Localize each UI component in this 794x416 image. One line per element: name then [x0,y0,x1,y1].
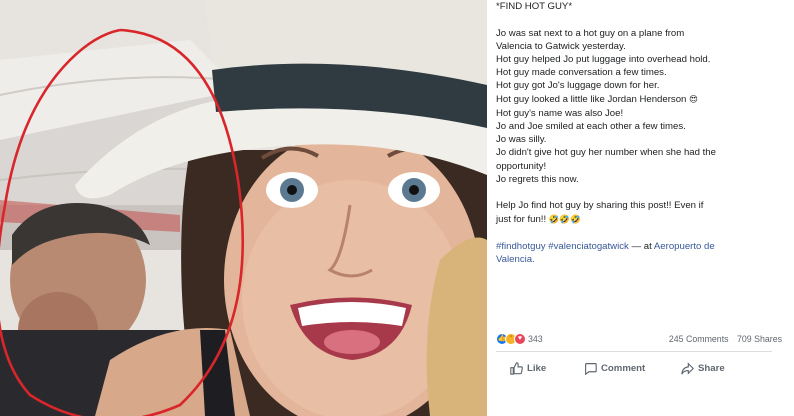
hashtag-findhotguy[interactable]: #findhotguy [496,241,546,252]
post-line: Hot guy's name was also Joe! [496,107,624,119]
post-line: Hot guy got Jo's luggage down for her. [496,80,660,92]
comments-count[interactable]: 245 Comments [669,334,729,344]
hashtag-valenciatogatwick[interactable]: #valenciatogatwick [548,241,629,252]
post-line: Jo regrets this now. [496,173,579,185]
post-line: Hot guy made conversation a few times. [496,67,667,79]
comment-icon [585,362,597,375]
post-line-text: just for fun!! [496,213,547,225]
reaction-count[interactable]: 343 [528,334,543,344]
reactions-bar: 👍 ᵔ ♥ 343 245 Comments 709 Shares [496,333,786,347]
post-line: opportunity! [496,160,547,172]
share-label: Share [698,362,725,374]
post-line: Jo didn't give hot guy her number when s… [496,147,716,159]
post-line: Jo and Joe smiled at each other a few ti… [496,121,686,133]
post-line-blank [496,186,786,199]
post-line: Hot guy helped Jo put luggage into overh… [496,54,711,65]
love-reaction-icon: ♥ [514,333,526,345]
selfie-image [0,0,487,416]
post-line: Valencia to Gatwick yesterday. [496,40,626,52]
heart-eyes-emoji: 😍 [689,94,698,105]
shares-count[interactable]: 709 Shares [737,334,782,344]
divider [496,351,772,352]
hashtag-line: #findhotguy #valenciatogatwick — at Aero… [496,240,786,253]
post-actions: Like Comment Share [496,356,772,380]
like-button[interactable]: Like [510,356,546,380]
post-photo[interactable] [0,0,487,416]
post-line: Hot guy looked a little like Jordan Hend… [496,93,786,107]
post-line-blank [496,227,786,240]
share-arrow-icon [681,361,694,375]
location-separator: — at [631,241,652,253]
share-button[interactable]: Share [681,356,725,380]
post-line: Jo was sat next to a hot guy on a plane … [496,27,685,39]
engagement-counts: 245 Comments 709 Shares [663,334,782,344]
post-line: *FIND HOT GUY* [496,1,573,12]
post-text: *FIND HOT GUY* Jo was sat next to a hot … [496,0,786,267]
comment-label: Comment [601,362,646,374]
thumbs-up-icon [510,361,523,375]
post-line-blank [496,13,786,26]
comment-button[interactable]: Comment [584,356,645,380]
laughing-emoji: 🤣🤣🤣 [548,214,581,225]
post-line: Jo was silly. [496,134,547,146]
location-link[interactable]: Aeropuerto de [654,241,715,252]
like-label: Like [527,362,547,374]
location-link-cont[interactable]: Valencia. [496,254,535,265]
post-line: Help Jo find hot guy by sharing this pos… [496,200,704,212]
location-line: Valencia. [496,253,786,266]
post-line: just for fun!! 🤣🤣🤣 [496,213,786,227]
post-line-text: Hot guy looked a little like Jordan Hend… [496,93,687,105]
facebook-post-panel: *FIND HOT GUY* Jo was sat next to a hot … [487,0,794,416]
